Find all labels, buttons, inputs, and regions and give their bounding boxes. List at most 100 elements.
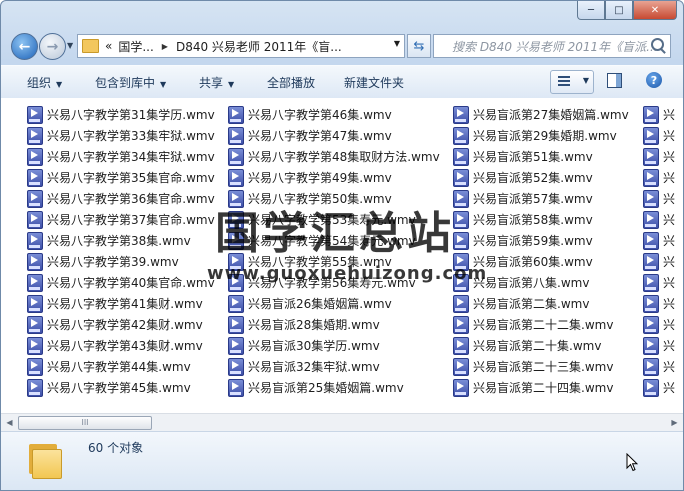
file-item[interactable]: 兴易八字教学第49集.wmv (228, 167, 440, 188)
file-item[interactable]: 兴 (643, 356, 675, 377)
file-item[interactable]: 兴易八字教学第42集财.wmv (27, 314, 215, 335)
wmv-file-icon (27, 357, 43, 376)
close-button[interactable]: ✕ (633, 1, 677, 20)
file-item[interactable]: 兴易盲派第27集婚姻篇.wmv (453, 104, 629, 125)
file-item[interactable]: 兴易八字教学第47集.wmv (228, 125, 440, 146)
file-item[interactable]: 兴易盲派28集婚期.wmv (228, 314, 440, 335)
file-item[interactable]: 兴 (643, 209, 675, 230)
file-item[interactable]: 兴 (643, 230, 675, 251)
include-in-library-label: 包含到库中 (95, 76, 156, 90)
file-item[interactable]: 兴易八字教学第33集牢狱.wmv (27, 125, 215, 146)
file-item[interactable]: 兴易盲派第二十二集.wmv (453, 314, 629, 335)
breadcrumb-item[interactable]: 国学... (118, 38, 153, 55)
file-item[interactable]: 兴 (643, 104, 675, 125)
file-item[interactable]: 兴 (643, 125, 675, 146)
file-item[interactable]: 兴 (643, 167, 675, 188)
file-item[interactable]: 兴易盲派第29集婚期.wmv (453, 125, 629, 146)
file-item[interactable]: 兴 (643, 314, 675, 335)
forward-button[interactable]: → (39, 33, 66, 60)
refresh-button[interactable]: ⇆ (407, 34, 431, 58)
file-item[interactable]: 兴易盲派第52集.wmv (453, 167, 629, 188)
wmv-file-icon (453, 273, 469, 292)
file-item[interactable]: 兴易八字教学第55集.wmv (228, 251, 440, 272)
file-name: 兴易八字教学第36集官命.wmv (47, 192, 215, 206)
share-button[interactable]: 共享 ▼ (199, 74, 234, 91)
file-name: 兴易八字教学第33集牢狱.wmv (47, 129, 215, 143)
file-item[interactable]: 兴易盲派第二集.wmv (453, 293, 629, 314)
file-item[interactable]: 兴易八字教学第40集官命.wmv (27, 272, 215, 293)
file-name: 兴易盲派30集学历.wmv (248, 339, 380, 353)
navigation-bar: ← → ▼ « 国学... ▶ D840 兴易老师 2011年《盲... ▼ ⇆… (9, 32, 675, 60)
wmv-file-icon (643, 273, 659, 292)
chevron-down-icon[interactable]: ▼ (394, 39, 400, 48)
file-item[interactable]: 兴易盲派第51集.wmv (453, 146, 629, 167)
scroll-left-icon[interactable]: ◀ (1, 414, 18, 431)
file-item[interactable]: 兴 (643, 335, 675, 356)
file-item[interactable]: 兴 (643, 251, 675, 272)
file-item[interactable]: 兴 (643, 188, 675, 209)
file-item[interactable]: 兴易盲派第二十集.wmv (453, 335, 629, 356)
search-input[interactable]: 搜索 D840 兴易老师 2011年《盲派... (433, 34, 671, 58)
file-item[interactable]: 兴易八字教学第43集财.wmv (27, 335, 215, 356)
maximize-button[interactable]: □ (605, 1, 633, 20)
help-button[interactable]: ? (646, 72, 662, 88)
preview-pane-button[interactable] (607, 73, 622, 88)
file-item[interactable]: 兴易八字教学第31集学历.wmv (27, 104, 215, 125)
file-item[interactable]: 兴易盲派30集学历.wmv (228, 335, 440, 356)
scroll-thumb[interactable]: III (18, 416, 152, 430)
chevron-right-icon[interactable]: ▶ (162, 42, 168, 51)
recent-pages-dropdown-icon[interactable]: ▼ (67, 41, 73, 50)
file-item[interactable]: 兴易盲派第八集.wmv (453, 272, 629, 293)
file-item[interactable]: 兴 (643, 377, 675, 398)
file-item[interactable]: 兴 (643, 272, 675, 293)
file-item[interactable]: 兴 (643, 293, 675, 314)
back-button[interactable]: ← (11, 33, 38, 60)
file-item[interactable]: 兴易盲派第二十三集.wmv (453, 356, 629, 377)
wmv-file-icon (27, 315, 43, 334)
file-name: 兴 (663, 276, 676, 290)
include-in-library-button[interactable]: 包含到库中 ▼ (95, 74, 166, 91)
file-item[interactable]: 兴易八字教学第50集.wmv (228, 188, 440, 209)
wmv-file-icon (643, 168, 659, 187)
file-item[interactable]: 兴易八字教学第45集.wmv (27, 377, 215, 398)
organize-button[interactable]: 组织 ▼ (27, 74, 62, 91)
file-item[interactable]: 兴易八字教学第37集官命.wmv (27, 209, 215, 230)
wmv-file-icon (27, 168, 43, 187)
file-item[interactable]: 兴易盲派第57集.wmv (453, 188, 629, 209)
file-item[interactable]: 兴易盲派第58集.wmv (453, 209, 629, 230)
file-item[interactable]: 兴易八字教学第39.wmv (27, 251, 215, 272)
scroll-right-icon[interactable]: ▶ (666, 414, 683, 431)
file-column: 兴易盲派第27集婚姻篇.wmv 兴易盲派第29集婚期.wmv 兴易盲派第51集.wm… (453, 104, 629, 398)
file-name: 兴 (663, 234, 676, 248)
horizontal-scrollbar[interactable]: ◀ III ▶ (1, 413, 683, 431)
file-item[interactable]: 兴易八字教学第36集官命.wmv (27, 188, 215, 209)
file-name: 兴易盲派第二十三集.wmv (473, 360, 614, 374)
breadcrumb-item[interactable]: D840 兴易老师 2011年《盲... (176, 38, 342, 55)
file-item[interactable]: 兴易盲派第25集婚姻篇.wmv (228, 377, 440, 398)
file-item[interactable]: 兴易盲派第二十四集.wmv (453, 377, 629, 398)
file-item[interactable]: 兴易八字教学第48集取财方法.wmv (228, 146, 440, 167)
file-item[interactable]: 兴易八字教学第41集财.wmv (27, 293, 215, 314)
wmv-file-icon (453, 210, 469, 229)
change-view-button[interactable]: ▼ (550, 70, 594, 94)
file-item[interactable]: 兴易八字教学第44集.wmv (27, 356, 215, 377)
new-folder-button[interactable]: 新建文件夹 (344, 74, 404, 91)
file-item[interactable]: 兴易八字教学第38集.wmv (27, 230, 215, 251)
breadcrumb-overflow[interactable]: « (105, 39, 112, 53)
file-item[interactable]: 兴易八字教学第34集牢狱.wmv (27, 146, 215, 167)
file-item[interactable]: 兴易八字教学第46集.wmv (228, 104, 440, 125)
file-item[interactable]: 兴易八字教学第35集官命.wmv (27, 167, 215, 188)
details-pane: 60 个对象 (1, 431, 683, 490)
file-item[interactable]: 兴易盲派第59集.wmv (453, 230, 629, 251)
file-item[interactable]: 兴 (643, 146, 675, 167)
file-item[interactable]: 兴易盲派第60集.wmv (453, 251, 629, 272)
file-item[interactable]: 兴易八字教学第53集寿元.wmv (228, 209, 440, 230)
file-item[interactable]: 兴易八字教学第54集寿元.wmv (228, 230, 440, 251)
minimize-button[interactable]: ─ (577, 1, 605, 20)
file-item[interactable]: 兴易盲派26集婚姻篇.wmv (228, 293, 440, 314)
file-item[interactable]: 兴易八字教学第56集寿元.wmv (228, 272, 440, 293)
play-all-button[interactable]: 全部播放 (267, 74, 315, 91)
file-item[interactable]: 兴易盲派32集牢狱.wmv (228, 356, 440, 377)
file-name: 兴易八字教学第38集.wmv (47, 234, 191, 248)
address-bar[interactable]: « 国学... ▶ D840 兴易老师 2011年《盲... ▼ (77, 34, 405, 58)
